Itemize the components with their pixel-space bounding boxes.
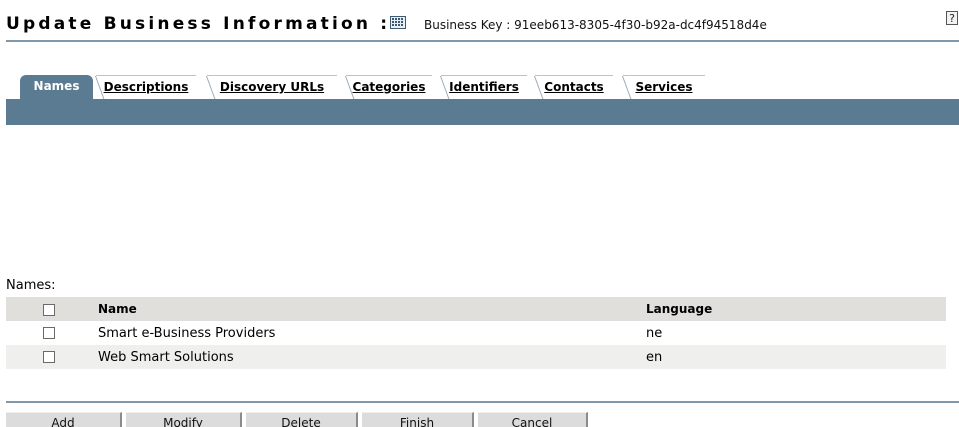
tab-names[interactable]: Names: [20, 75, 93, 99]
tab-label: Contacts: [544, 80, 604, 94]
row-name: Smart e-Business Providers: [98, 325, 276, 341]
tab-label: Discovery URLs: [219, 80, 325, 94]
names-table: Name Language Smart e-Business Providers…: [6, 297, 946, 369]
page-header: Update Business Information : Business K…: [6, 14, 946, 40]
tab-contacts[interactable]: Contacts: [535, 75, 613, 99]
header-divider: [6, 40, 959, 42]
table-row: Web Smart Solutions en: [6, 345, 946, 369]
tab-content-bar: [6, 99, 959, 125]
business-key-text: Business Key : 91eeb613-8305-4f30-b92a-d…: [424, 18, 767, 32]
tab-label: Names: [33, 79, 80, 93]
cancel-button[interactable]: Cancel: [478, 412, 588, 427]
footer-divider: [6, 401, 959, 403]
business-grid-icon: [390, 16, 406, 29]
tab-label: Identifiers: [449, 80, 519, 94]
help-icon[interactable]: ?: [946, 11, 958, 25]
tab-categories[interactable]: Categories: [346, 75, 432, 99]
tab-label: Services: [635, 80, 693, 94]
table-header-row: Name Language: [6, 297, 946, 321]
table-row: Smart e-Business Providers ne: [6, 321, 946, 345]
tab-descriptions[interactable]: Descriptions: [96, 75, 196, 99]
row-checkbox[interactable]: [43, 327, 55, 339]
delete-button[interactable]: Delete: [246, 412, 358, 427]
column-header-language: Language: [646, 302, 713, 316]
row-language: en: [646, 349, 663, 365]
add-button[interactable]: Add: [6, 412, 122, 427]
page-title: Update Business Information :: [6, 14, 391, 34]
select-all-checkbox[interactable]: [43, 303, 55, 316]
row-checkbox[interactable]: [43, 351, 55, 363]
column-header-name: Name: [98, 302, 137, 316]
tab-strip: Names Descriptions Discovery URLs Catego…: [20, 75, 959, 99]
tab-label: Categories: [352, 80, 426, 94]
finish-button[interactable]: Finish: [362, 412, 474, 427]
row-name: Web Smart Solutions: [98, 349, 234, 365]
row-language: ne: [646, 325, 663, 341]
names-section-label: Names:: [6, 278, 56, 293]
modify-button[interactable]: Modify: [126, 412, 242, 427]
tab-identifiers[interactable]: Identifiers: [441, 75, 527, 99]
tab-label: Descriptions: [103, 80, 189, 94]
tab-discovery-urls[interactable]: Discovery URLs: [207, 75, 337, 99]
tab-services[interactable]: Services: [623, 75, 705, 99]
